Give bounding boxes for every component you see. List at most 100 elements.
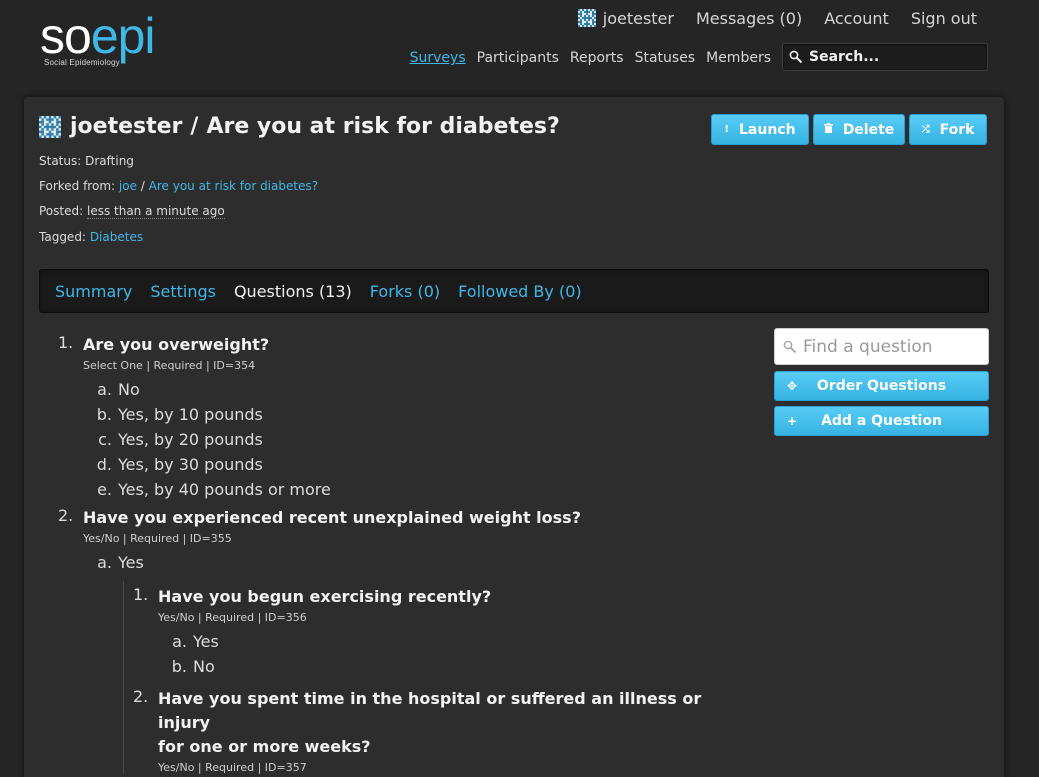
search-icon: [783, 340, 797, 353]
page-title: joetester / Are you at risk for diabetes…: [39, 114, 560, 139]
shuffle-icon: ⤮: [921, 124, 930, 135]
delete-label: Delete: [842, 121, 895, 138]
sign-out-link[interactable]: Sign out: [911, 9, 977, 28]
tab-followed-by[interactable]: Followed By (0): [458, 282, 581, 301]
option-letter: c.: [98, 430, 112, 449]
sub-question-item[interactable]: 1. Have you begun exercising recently? Y…: [133, 581, 758, 679]
forked-user-link[interactable]: joe: [119, 179, 137, 193]
question-text: Are you overweight?: [83, 335, 270, 354]
status-value: Drafting: [85, 154, 134, 168]
main-nav: Surveys Participants Reports Statuses Me…: [399, 50, 771, 66]
question-text: Have you begun exercising recently?: [158, 587, 492, 606]
avatar-identicon-icon: [577, 9, 596, 27]
plus-icon: +: [787, 414, 798, 428]
fork-button[interactable]: ⤮ Fork: [909, 114, 987, 145]
question-number: 1.: [58, 333, 74, 352]
nav-reports[interactable]: Reports: [570, 50, 624, 66]
survey-owner[interactable]: joetester: [70, 114, 182, 139]
trash-icon: [823, 123, 833, 136]
username-label: joetester: [602, 8, 674, 28]
question-number: 2.: [133, 687, 149, 706]
question-meta: Select One | Required | ID=354: [83, 359, 256, 372]
tab-forks[interactable]: Forks (0): [370, 282, 440, 301]
option-list: a. Yes: [88, 550, 758, 575]
option-text: No: [118, 380, 140, 399]
nav-statuses[interactable]: Statuses: [635, 50, 696, 66]
option-text: Yes, by 30 pounds: [118, 455, 263, 474]
logo-wordmark: soepi: [40, 11, 156, 61]
tag-link[interactable]: Diabetes: [90, 230, 143, 244]
messages-link[interactable]: Messages (0): [696, 9, 802, 28]
logo-so: so: [40, 8, 92, 64]
question-meta: Yes/No | Required | ID=355: [83, 532, 232, 545]
option-text: No: [193, 657, 215, 676]
option-item: c. Yes, by 20 pounds: [88, 427, 758, 452]
question-list: 1. Are you overweight? Select One | Requ…: [58, 333, 758, 774]
survey-actions: ! Launch Delete ⤮ Fork: [707, 114, 987, 145]
order-questions-button[interactable]: ✥ Order Questions: [774, 371, 989, 401]
tab-settings[interactable]: Settings: [150, 282, 216, 301]
option-item: a. Yes: [163, 629, 758, 654]
nav-members[interactable]: Members: [706, 50, 771, 66]
option-letter: a.: [172, 632, 187, 651]
option-text: Yes: [193, 632, 219, 651]
account-link[interactable]: Account: [824, 9, 889, 28]
status-label: Status:: [39, 154, 82, 168]
forked-separator: /: [140, 179, 145, 193]
user-nav: joetester Messages (0) Account Sign out: [577, 8, 977, 28]
launch-label: Launch: [738, 121, 796, 138]
posted-time: less than a minute ago: [86, 204, 225, 219]
forked-survey-link[interactable]: Are you at risk for diabetes?: [149, 179, 318, 193]
question-meta: Yes/No | Required | ID=357: [158, 761, 307, 774]
move-icon: ✥: [787, 379, 798, 393]
question-text-continued: for one or more weeks?: [158, 737, 371, 756]
status-line: Status: Drafting: [39, 154, 134, 168]
option-letter: a.: [97, 553, 112, 572]
option-text: Yes, by 10 pounds: [118, 405, 263, 424]
add-question-label: Add a Question: [821, 413, 942, 429]
find-question-input[interactable]: [803, 336, 983, 357]
tagged-line: Tagged: Diabetes: [39, 230, 143, 244]
exclamation-icon: !: [724, 124, 729, 135]
survey-panel: joetester / Are you at risk for diabetes…: [24, 97, 1004, 777]
tagged-label: Tagged:: [39, 230, 86, 244]
tab-questions[interactable]: Questions (13): [234, 282, 352, 301]
question-number: 2.: [58, 506, 74, 525]
option-item: a. No: [88, 377, 758, 402]
question-meta: Yes/No | Required | ID=356: [158, 611, 307, 624]
posted-label: Posted:: [39, 204, 84, 218]
soepi-logo[interactable]: soepi Social Epidemiology: [40, 10, 180, 70]
option-item: b. Yes, by 10 pounds: [88, 402, 758, 427]
question-item[interactable]: 2. Have you experienced recent unexplain…: [58, 506, 758, 774]
find-question-box: [774, 328, 989, 365]
option-list: a. No b. Yes, by 10 pounds c. Yes, by 20 po…: [88, 377, 758, 502]
option-text: Yes, by 20 pounds: [118, 430, 263, 449]
launch-button[interactable]: ! Launch: [711, 114, 809, 145]
forked-line: Forked from: joe / Are you at risk for d…: [39, 179, 318, 193]
option-letter: e.: [97, 480, 112, 499]
option-text: Yes, by 40 pounds or more: [118, 480, 331, 499]
forked-label: Forked from:: [39, 179, 116, 193]
search-input[interactable]: [809, 49, 979, 65]
option-letter: a.: [97, 380, 112, 399]
sub-question-item[interactable]: 2. Have you spent time in the hospital o…: [133, 687, 758, 774]
option-item: b. No: [163, 654, 758, 679]
option-item: a. Yes: [88, 550, 758, 575]
add-question-button[interactable]: + Add a Question: [774, 406, 989, 436]
question-item[interactable]: 1. Are you overweight? Select One | Requ…: [58, 333, 758, 502]
delete-button[interactable]: Delete: [813, 114, 905, 145]
survey-tabs: Summary Settings Questions (13) Forks (0…: [39, 269, 989, 313]
tab-summary[interactable]: Summary: [55, 282, 132, 301]
global-search: [782, 43, 988, 71]
option-item: e. Yes, by 40 pounds or more: [88, 477, 758, 502]
nav-surveys[interactable]: Surveys: [410, 50, 466, 66]
survey-title: Are you at risk for diabetes?: [206, 114, 560, 139]
sub-question-list: 1. Have you begun exercising recently? Y…: [123, 581, 758, 774]
order-questions-label: Order Questions: [816, 378, 947, 394]
nav-participants[interactable]: Participants: [477, 50, 559, 66]
user-profile-link[interactable]: joetester: [577, 8, 674, 28]
option-letter: b.: [96, 405, 112, 424]
option-list: a. Yes b. No: [163, 629, 758, 679]
option-letter: b.: [171, 657, 187, 676]
search-icon: [789, 50, 803, 64]
